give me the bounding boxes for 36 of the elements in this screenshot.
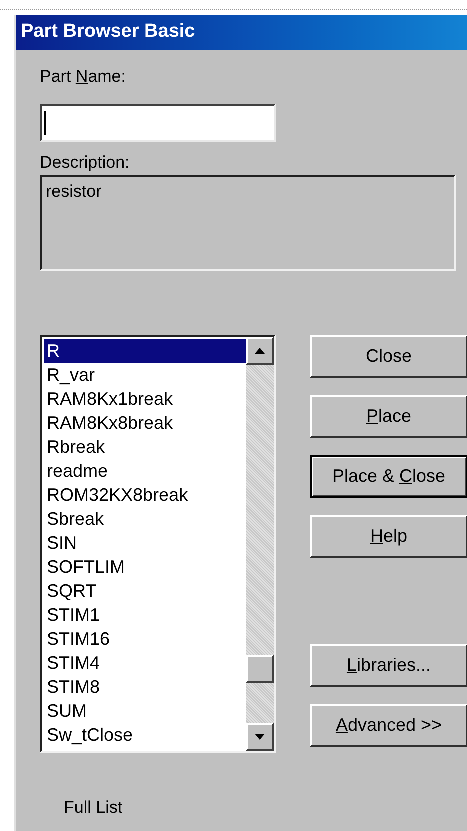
dialog-button[interactable]: Place & Close [310,455,467,498]
scrollbar[interactable] [246,337,274,751]
part-name-field[interactable] [40,104,276,142]
list-item[interactable]: STIM8 [44,675,246,699]
list-item[interactable]: ROM32KX8break [44,483,246,507]
text-cursor [44,110,46,134]
dialog-button[interactable]: Advanced >> [310,704,467,747]
list-item[interactable]: Rbreak [44,435,246,459]
dialog-button[interactable]: Close [310,335,467,378]
list-item[interactable]: R [44,339,246,363]
list-item[interactable]: SOFTLIM [44,555,246,579]
scroll-thumb[interactable] [246,655,274,683]
list-item[interactable]: STIM16 [44,627,246,651]
description-text: resistor [46,182,102,201]
list-item[interactable]: STIM4 [44,651,246,675]
window-title: Part Browser Basic [21,20,196,44]
part-name-label: Part Name: [40,66,126,88]
list-item[interactable]: SUM [44,699,246,723]
list-item[interactable]: RAM8Kx8break [44,411,246,435]
scroll-down-button[interactable] [246,723,274,751]
list-item[interactable]: readme [44,459,246,483]
list-item[interactable]: R_var [44,363,246,387]
list-item[interactable]: STIM1 [44,603,246,627]
description-label: Description: [40,152,130,174]
list-item[interactable]: Sbreak [44,507,246,531]
list-item[interactable]: RAM8Kx1break [44,387,246,411]
down-arrow-icon [255,734,265,740]
dialog-button[interactable]: Libraries... [310,644,467,687]
up-arrow-icon [255,348,265,354]
scroll-up-button[interactable] [246,337,274,365]
status-text: Full List [64,797,123,819]
dialog-button[interactable]: Help [310,515,467,558]
list-item[interactable]: Sw_tClose [44,723,246,747]
dialog-button[interactable]: Place [310,395,467,438]
list-item[interactable]: SIN [44,531,246,555]
list-item[interactable]: SQRT [44,579,246,603]
